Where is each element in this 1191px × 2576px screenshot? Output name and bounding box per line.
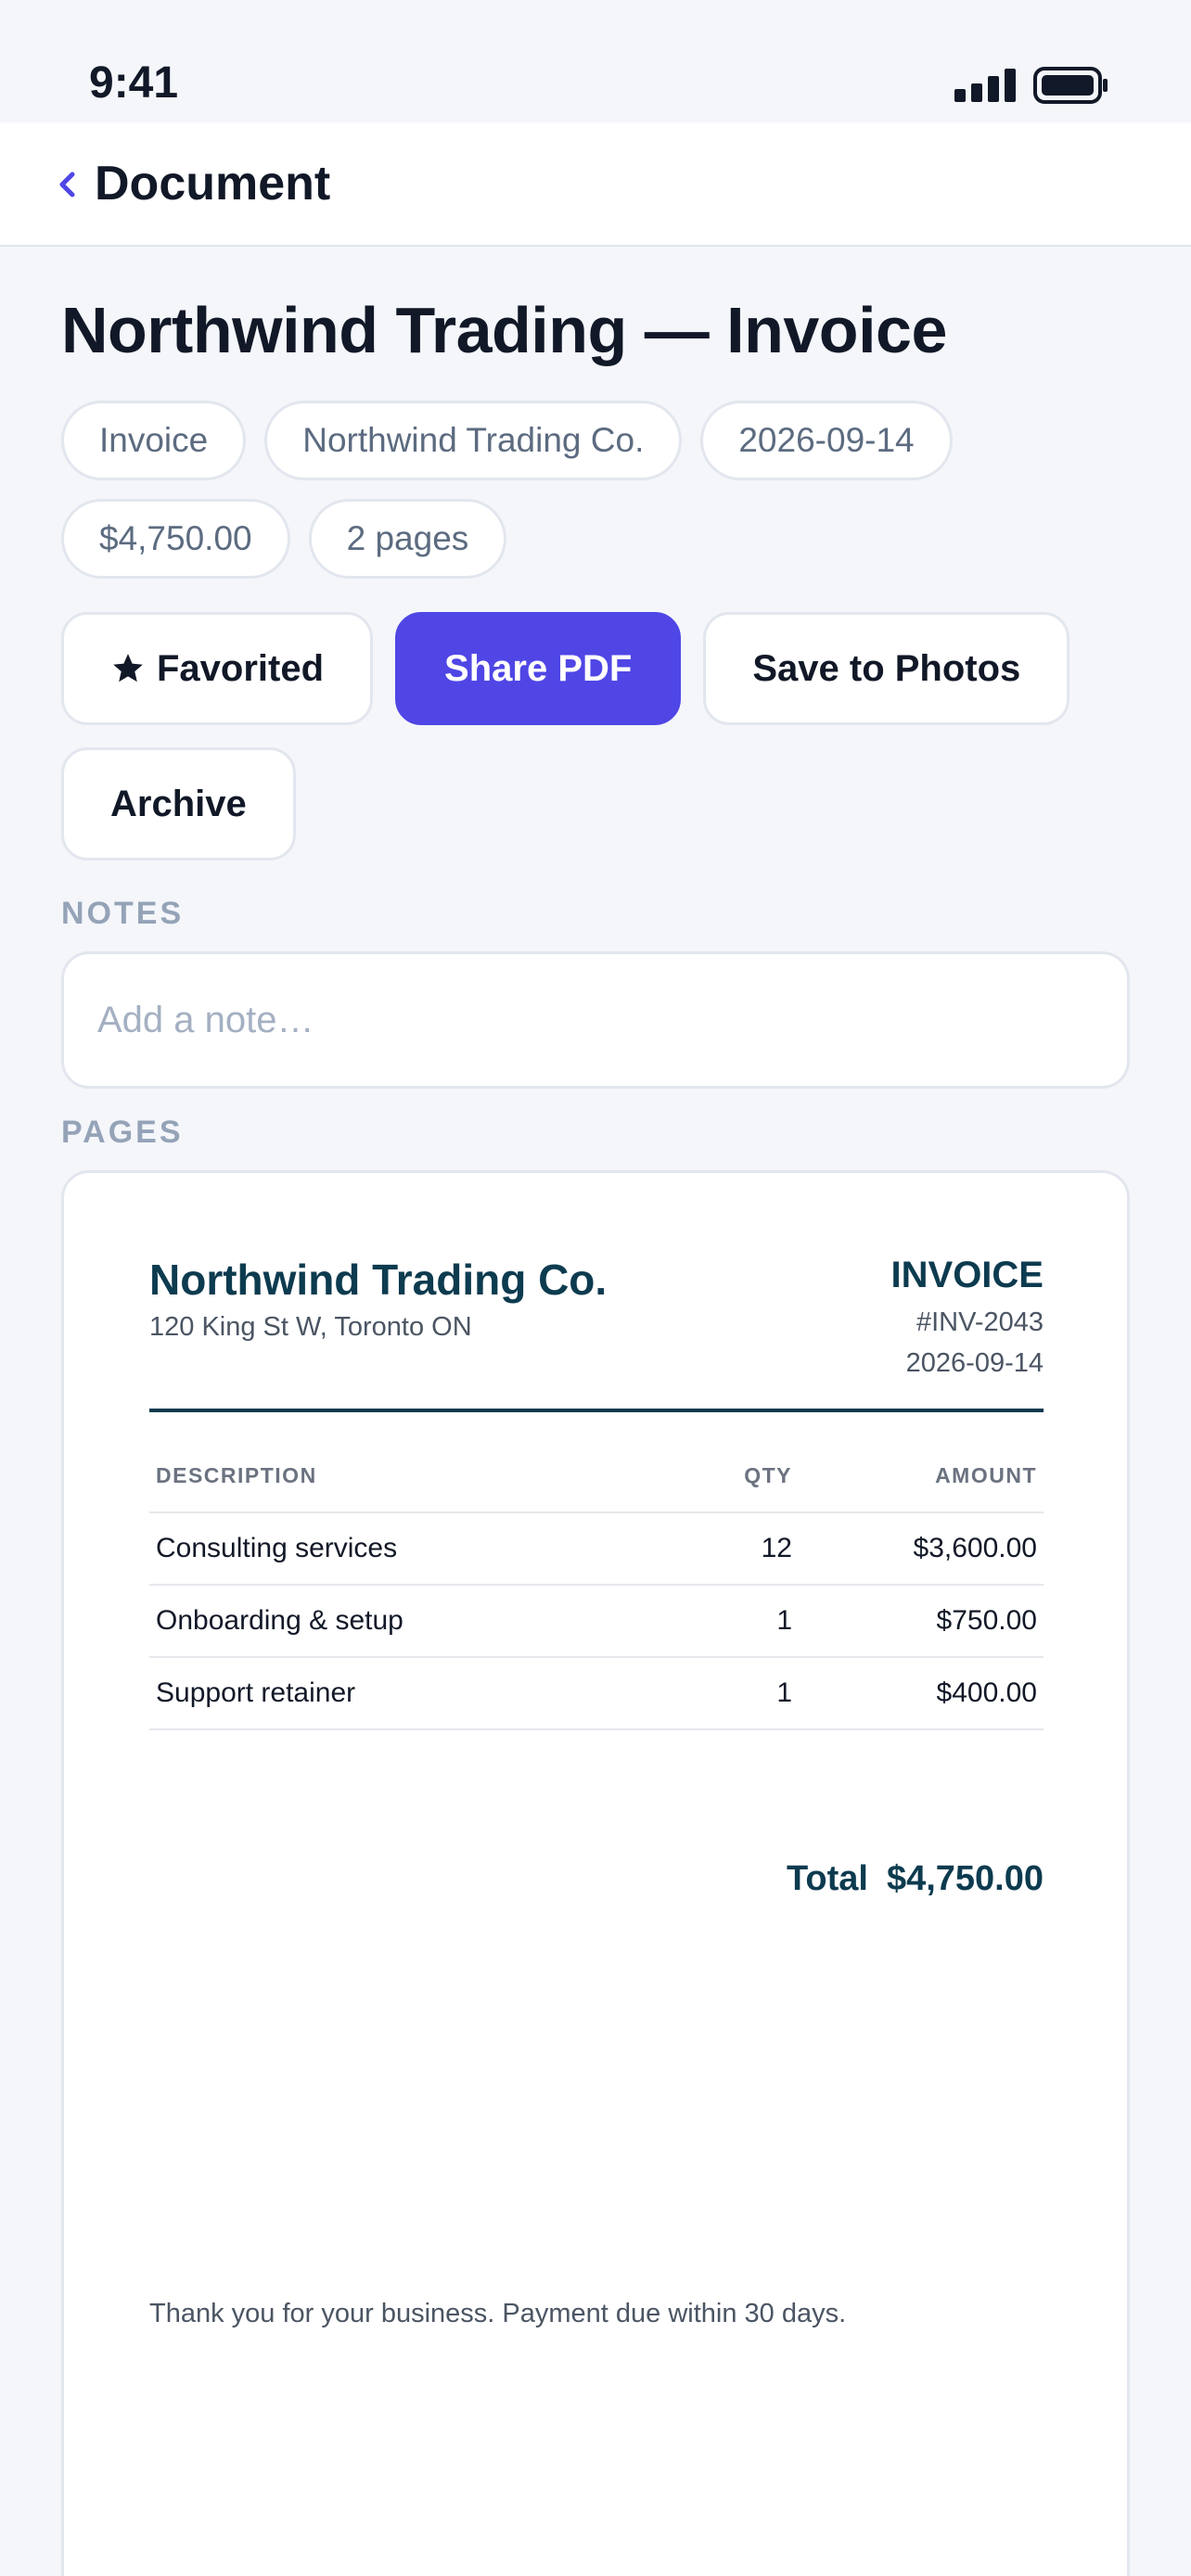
document-title: Northwind Trading — Invoice xyxy=(61,294,947,366)
line-description: Consulting services xyxy=(149,1512,669,1586)
table-row: Onboarding & setup 1 $750.00 xyxy=(149,1585,1044,1658)
invoice-total-label: Total xyxy=(786,1859,868,1898)
notes-section-label: NOTES xyxy=(61,896,185,931)
column-description: DESCRIPTION xyxy=(149,1457,669,1513)
share-pdf-button[interactable]: Share PDF xyxy=(395,612,682,725)
invoice-number: #INV-2043 xyxy=(916,1307,1044,1337)
column-qty: QTY xyxy=(669,1457,799,1513)
back-chevron-icon[interactable] xyxy=(54,161,80,208)
nav-bar: Document xyxy=(0,122,1191,247)
chip-vendor[interactable]: Northwind Trading Co. xyxy=(264,401,683,480)
line-description: Onboarding & setup xyxy=(149,1585,669,1658)
favorited-label: Favorited xyxy=(157,647,325,689)
star-icon xyxy=(113,654,143,682)
line-qty: 1 xyxy=(669,1657,799,1730)
document-chips: Invoice Northwind Trading Co. 2026-09-14… xyxy=(61,401,1128,597)
save-to-photos-button[interactable]: Save to Photos xyxy=(703,612,1070,725)
nav-title: Document xyxy=(95,157,331,210)
battery-icon xyxy=(1033,67,1108,104)
invoice-date: 2026-09-14 xyxy=(905,1348,1044,1378)
table-row: Consulting services 12 $3,600.00 xyxy=(149,1512,1044,1586)
signal-icon xyxy=(954,69,1016,102)
chip-doc-type[interactable]: Invoice xyxy=(61,401,247,480)
line-amount: $750.00 xyxy=(799,1585,1044,1658)
note-input[interactable] xyxy=(61,951,1130,1089)
column-amount: AMOUNT xyxy=(799,1457,1044,1513)
invoice-page: Northwind Trading Co. 120 King St W, Tor… xyxy=(149,1255,1044,2328)
chip-date[interactable]: 2026-09-14 xyxy=(700,401,953,480)
favorited-button[interactable]: Favorited xyxy=(61,612,374,725)
table-row: Support retainer 1 $400.00 xyxy=(149,1657,1044,1730)
chip-amount[interactable]: $4,750.00 xyxy=(61,499,290,579)
invoice-total-value: $4,750.00 xyxy=(886,1859,1044,1898)
archive-button[interactable]: Archive xyxy=(61,747,296,861)
status-time: 9:41 xyxy=(89,58,179,108)
line-amount: $400.00 xyxy=(799,1657,1044,1730)
invoice-footer: Thank you for your business. Payment due… xyxy=(149,2299,847,2328)
action-buttons: Favorited Share PDF Save to Photos Archi… xyxy=(61,612,1137,883)
invoice-total: Total $4,750.00 xyxy=(787,1859,1044,1899)
chip-page-count[interactable]: 2 pages xyxy=(308,499,507,579)
line-amount: $3,600.00 xyxy=(799,1512,1044,1586)
page-preview[interactable]: Northwind Trading Co. 120 King St W, Tor… xyxy=(61,1170,1130,2576)
invoice-line-items: DESCRIPTION QTY AMOUNT Consulting servic… xyxy=(149,1457,1044,1730)
pages-section-label: PAGES xyxy=(61,1115,184,1150)
invoice-label: INVOICE xyxy=(890,1255,1044,1295)
line-description: Support retainer xyxy=(149,1657,669,1730)
line-qty: 12 xyxy=(669,1512,799,1586)
line-qty: 1 xyxy=(669,1585,799,1658)
invoice-divider xyxy=(149,1409,1044,1412)
status-bar: 9:41 xyxy=(0,0,1191,122)
invoice-header-right: INVOICE #INV-2043 2026-09-14 xyxy=(891,1255,1044,1384)
